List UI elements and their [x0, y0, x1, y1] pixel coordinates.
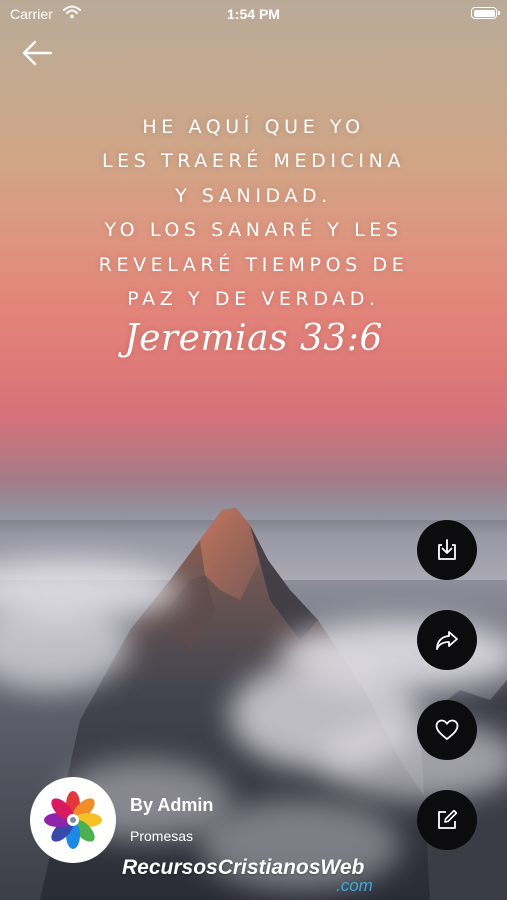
verse-line: HE AQUÍ QUE YO	[142, 116, 365, 138]
arrow-left-icon	[22, 40, 53, 66]
verse-line: REVELARÉ TIEMPOS DE	[98, 253, 409, 276]
flower-logo-icon	[44, 791, 102, 849]
verse-line: YO LOS SANARÉ Y LES	[104, 219, 403, 242]
category-label[interactable]: Promesas	[130, 828, 193, 844]
edit-button[interactable]	[417, 790, 477, 850]
share-icon	[436, 631, 458, 650]
verse-line: Y SANIDAD.	[175, 184, 332, 207]
author-name[interactable]: By Admin	[130, 795, 213, 816]
heart-icon	[435, 719, 459, 740]
share-button[interactable]	[417, 610, 477, 670]
watermark-domain: .com	[336, 876, 373, 895]
author-avatar[interactable]	[30, 777, 116, 863]
verse-text: HE AQUÍ QUE YO LES TRAERÉ MEDICINA Y SAN…	[0, 110, 507, 316]
favorite-button[interactable]	[417, 700, 477, 760]
verse-reference: Jeremias 33:6	[124, 318, 383, 359]
watermark-text: RecursosCristianosWeb	[122, 856, 365, 879]
status-bar: Carrier 1:54 PM	[0, 0, 507, 28]
verse-line: LES TRAERÉ MEDICINA	[101, 150, 406, 173]
verse-line: PAZ Y DE VERDAD.	[127, 288, 380, 311]
clock: 1:54 PM	[227, 6, 280, 22]
back-button[interactable]	[18, 36, 58, 70]
edit-icon	[438, 809, 458, 829]
download-icon	[438, 539, 456, 560]
download-button[interactable]	[417, 520, 477, 580]
battery-icon	[471, 7, 500, 19]
